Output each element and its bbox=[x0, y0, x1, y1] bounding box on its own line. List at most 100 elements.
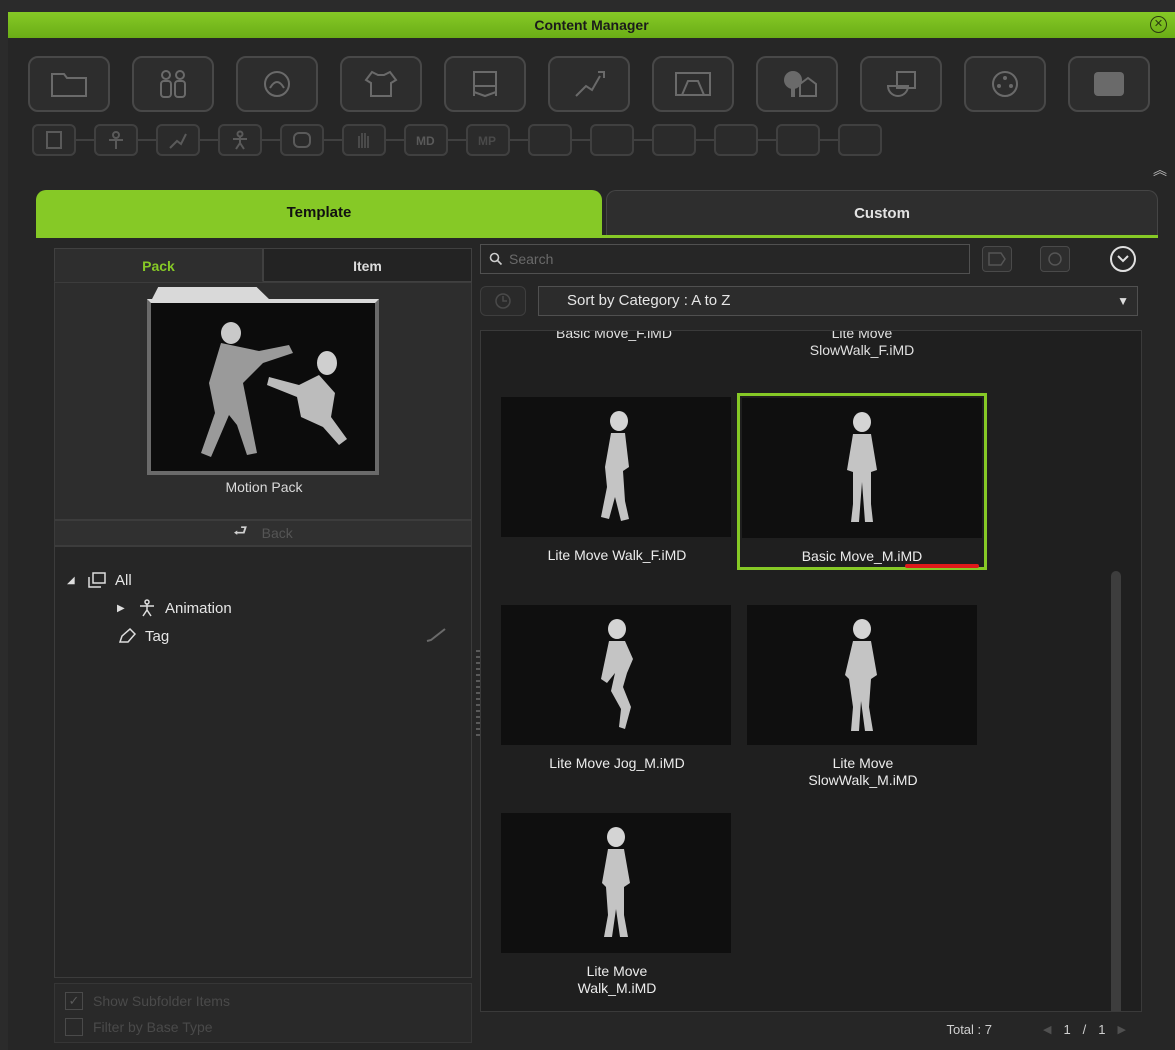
refresh-icon bbox=[1048, 252, 1062, 266]
screen-button[interactable] bbox=[1068, 56, 1150, 112]
pencil-icon[interactable] bbox=[425, 627, 447, 643]
figure-button[interactable] bbox=[218, 124, 262, 156]
sub-category-toolbar: MD MP bbox=[32, 122, 1160, 158]
item-thumbnail bbox=[501, 397, 731, 537]
props-button[interactable] bbox=[860, 56, 942, 112]
motion-button[interactable] bbox=[548, 56, 630, 112]
pose-button[interactable] bbox=[94, 124, 138, 156]
expand-options-button[interactable] bbox=[1110, 246, 1136, 272]
face-button[interactable] bbox=[280, 124, 324, 156]
trees-button[interactable] bbox=[756, 56, 838, 112]
pagination: ◀ 1 / 1 ▶ bbox=[1043, 1022, 1126, 1037]
clothing-button[interactable] bbox=[340, 56, 422, 112]
tree-label-tag: Tag bbox=[145, 627, 170, 645]
item-label: Lite Move Walk_F.iMD bbox=[547, 547, 687, 563]
face-icon bbox=[293, 132, 311, 148]
tab-pack[interactable]: Pack bbox=[54, 248, 263, 282]
camera-button[interactable] bbox=[964, 56, 1046, 112]
sub-tabs: Pack Item bbox=[54, 248, 472, 282]
next-page-icon[interactable]: ▶ bbox=[1118, 1023, 1126, 1036]
tree-item-all[interactable]: ◢ All bbox=[67, 571, 132, 589]
pose-icon bbox=[109, 131, 123, 149]
recent-button[interactable] bbox=[480, 286, 526, 316]
item-label: Basic Move_M.iMD bbox=[801, 548, 923, 564]
item-label: Lite Move Walk_M.iMD bbox=[577, 963, 657, 996]
hand-icon bbox=[358, 133, 369, 148]
vertical-scrollbar[interactable] bbox=[1111, 571, 1121, 1011]
item-card[interactable]: Lite Move Jog_M.iMD bbox=[501, 605, 733, 772]
back-label: Back bbox=[261, 525, 293, 541]
pack-label: Motion Pack bbox=[225, 479, 303, 495]
filter-base-option[interactable]: Filter by Base Type bbox=[65, 1018, 213, 1036]
show-subfolder-checkbox[interactable]: ✓ bbox=[65, 992, 83, 1010]
md-icon: MD bbox=[416, 134, 435, 148]
clothing-icon bbox=[364, 70, 398, 97]
item-label: Lite Move Jog_M.iMD bbox=[549, 755, 685, 771]
figure-icon bbox=[140, 599, 154, 617]
item-card[interactable]: Lite Move Walk_M.iMD bbox=[501, 813, 733, 997]
item-card[interactable]: Lite Move SlowWalk_M.iMD bbox=[747, 605, 979, 789]
mannequin-walking-image bbox=[602, 827, 630, 937]
item-label-partial: Basic Move_F.iMD bbox=[556, 330, 672, 341]
empty-slot bbox=[528, 124, 572, 156]
svg-text:MP: MP bbox=[478, 134, 496, 148]
screen-icon bbox=[1094, 72, 1124, 96]
mannequin-jogging-image bbox=[601, 619, 633, 729]
pack-preview: Motion Pack bbox=[54, 282, 472, 520]
mannequin-walking-image bbox=[601, 411, 629, 521]
item-label: Lite Move SlowWalk_M.iMD bbox=[808, 755, 918, 788]
item-label-partial: Lite Move SlowWalk_F.iMD bbox=[809, 330, 915, 358]
item-grid: Basic Move_F.iMD Lite Move SlowWalk_F.iM… bbox=[480, 330, 1142, 1012]
item-thumbnail bbox=[747, 605, 977, 745]
actors-button[interactable] bbox=[132, 56, 214, 112]
category-toolbar bbox=[28, 56, 1158, 114]
tab-custom[interactable]: Custom bbox=[606, 190, 1158, 236]
stage-icon bbox=[675, 72, 711, 96]
empty-slot bbox=[776, 124, 820, 156]
item-thumbnail bbox=[742, 398, 982, 538]
page-separator: / bbox=[1082, 1022, 1087, 1037]
category-tree: ◢ All ▶ Animation Tag bbox=[54, 546, 472, 978]
title-bar: Content Manager ✕ bbox=[8, 12, 1175, 38]
tree-item-animation[interactable]: ▶ Animation bbox=[117, 599, 232, 617]
refresh-button[interactable] bbox=[1040, 246, 1070, 272]
sort-dropdown[interactable]: Sort by Category : A to Z ▼ bbox=[538, 286, 1138, 316]
tab-underline bbox=[36, 235, 1158, 238]
total-pages: 1 bbox=[1098, 1022, 1106, 1037]
item-card[interactable]: Lite Move Walk_F.iMD bbox=[501, 397, 733, 564]
document-button[interactable] bbox=[32, 124, 76, 156]
main-tabs: Template Custom bbox=[36, 190, 1158, 236]
item-thumbnail bbox=[501, 605, 731, 745]
tab-item[interactable]: Item bbox=[263, 248, 472, 282]
search-input[interactable] bbox=[509, 251, 949, 267]
head-button[interactable] bbox=[236, 56, 318, 112]
motion-pack-thumbnail[interactable] bbox=[147, 299, 379, 475]
close-icon[interactable]: ✕ bbox=[1150, 16, 1167, 33]
tab-template[interactable]: Template bbox=[36, 190, 602, 236]
head-rotate-icon bbox=[264, 71, 290, 97]
filter-tag-button[interactable] bbox=[982, 246, 1012, 272]
filter-options: ✓ Show Subfolder Items Filter by Base Ty… bbox=[54, 983, 472, 1043]
prev-page-icon[interactable]: ◀ bbox=[1043, 1023, 1051, 1036]
mp-button[interactable]: MP bbox=[466, 124, 510, 156]
motion-icon bbox=[575, 71, 605, 97]
md-button[interactable]: MD bbox=[404, 124, 448, 156]
set-button[interactable] bbox=[444, 56, 526, 112]
collapse-up-icon[interactable]: ︽ bbox=[1153, 163, 1167, 177]
tree-item-tag[interactable]: Tag bbox=[117, 627, 169, 645]
tag-filter-icon bbox=[988, 252, 1006, 266]
run-button[interactable] bbox=[156, 124, 200, 156]
mannequin-slowwalk-image bbox=[845, 619, 877, 731]
stage-button[interactable] bbox=[652, 56, 734, 112]
folder-button[interactable] bbox=[28, 56, 110, 112]
hand-button[interactable] bbox=[342, 124, 386, 156]
grid-footer: Total : 7 ◀ 1 / 1 ▶ bbox=[480, 1016, 1142, 1044]
item-card-selected[interactable]: Basic Move_M.iMD bbox=[737, 393, 987, 570]
show-subfolder-option[interactable]: ✓ Show Subfolder Items bbox=[65, 992, 230, 1010]
tag-icon bbox=[118, 627, 137, 643]
empty-slot bbox=[838, 124, 882, 156]
search-icon bbox=[489, 252, 503, 266]
back-button[interactable]: ⮐ Back bbox=[54, 520, 472, 546]
filter-base-checkbox[interactable] bbox=[65, 1018, 83, 1036]
mannequin-standing-image bbox=[847, 412, 877, 522]
